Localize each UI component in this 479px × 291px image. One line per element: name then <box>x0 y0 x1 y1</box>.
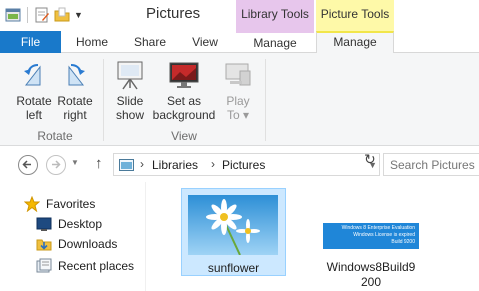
file-name-line-2: 200 <box>360 275 382 289</box>
desktop-icon <box>36 216 52 232</box>
play-to-icon <box>222 59 254 91</box>
rotate-left-icon <box>18 59 50 91</box>
library-tools-header: Library Tools <box>236 0 314 31</box>
group-label-view: View <box>171 129 197 143</box>
set-background-icon <box>168 59 200 91</box>
file-name: sunflower <box>207 261 260 275</box>
thumbnail-text-1: Windows 8 Enterprise Evaluation <box>341 225 415 231</box>
play-to-label-2: To ▾ <box>226 108 250 122</box>
breadcrumb-chevron-icon[interactable]: › <box>211 157 215 171</box>
set-background-label-1: Set as <box>166 94 202 108</box>
tab-library-manage[interactable]: Manage <box>236 31 314 53</box>
nav-item-desktop[interactable]: Desktop <box>36 214 102 234</box>
tab-picture-manage[interactable]: Manage <box>316 31 394 54</box>
thumbnail-text-2: Windows License is expired <box>353 232 415 238</box>
qat-separator <box>27 7 28 23</box>
picture-tools-header: Picture Tools <box>316 0 394 31</box>
title-bar: ▼ Pictures Library Tools Picture Tools <box>0 0 479 31</box>
group-separator <box>103 59 104 141</box>
nav-item-downloads[interactable]: Downloads <box>36 234 117 254</box>
set-as-background-button[interactable]: Set as background <box>150 59 218 122</box>
group-separator-2 <box>265 59 266 141</box>
nav-label-desktop: Desktop <box>58 217 103 231</box>
tab-share[interactable]: Share <box>125 31 175 53</box>
breadcrumb-chevron-icon[interactable]: › <box>140 157 144 171</box>
tab-view[interactable]: View <box>183 31 227 53</box>
nav-label-downloads: Downloads <box>58 237 118 251</box>
customize-qat-dropdown-icon[interactable]: ▼ <box>74 10 83 20</box>
file-name: Windows8Build9 200 <box>318 260 424 290</box>
nav-pane-scrollbar[interactable] <box>145 182 151 291</box>
navigation-pane: Favorites Desktop Downloads Recent place… <box>0 182 151 291</box>
properties-icon[interactable] <box>34 7 50 23</box>
file-item[interactable]: sunflower <box>181 188 286 276</box>
thumbnail-text-3: Build 9200 <box>391 239 415 245</box>
file-item[interactable]: Windows 8 Enterprise Evaluation Windows … <box>318 188 424 290</box>
star-icon <box>23 195 41 213</box>
quick-access-toolbar: ▼ <box>5 7 83 23</box>
file-name-line-1: Windows8Build9 <box>326 260 416 274</box>
rotate-left-label-1: Rotate <box>16 94 52 108</box>
ribbon: Rotate left Rotate right Rotate Slide sh… <box>0 53 479 146</box>
breadcrumb-pictures[interactable]: Pictures <box>222 158 265 172</box>
tab-file[interactable]: File <box>0 31 61 53</box>
play-to-button[interactable]: Play To ▾ <box>220 59 256 122</box>
group-label-rotate: Rotate <box>37 129 73 143</box>
nav-item-recent-places[interactable]: Recent places <box>36 256 134 276</box>
rotate-right-button[interactable]: Rotate right <box>56 59 94 122</box>
breadcrumb-libraries[interactable]: Libraries <box>152 158 198 172</box>
image-thumbnail: Windows 8 Enterprise Evaluation Windows … <box>323 223 419 249</box>
recent-places-icon <box>36 258 52 274</box>
slide-show-label-1: Slide <box>116 94 144 108</box>
new-folder-icon[interactable] <box>54 7 70 23</box>
refresh-icon[interactable]: ↻ <box>364 151 376 168</box>
rotate-left-label-2: left <box>25 108 42 122</box>
slide-show-button[interactable]: Slide show <box>110 59 150 122</box>
image-thumbnail <box>188 195 278 256</box>
play-to-label-1: Play <box>226 94 250 108</box>
slide-show-icon <box>114 59 146 91</box>
libraries-icon <box>119 158 134 171</box>
ribbon-tab-row: File Home Share View Manage Manage <box>0 31 479 54</box>
explorer-window-icon[interactable] <box>5 7 21 23</box>
rotate-right-label-2: right <box>63 108 87 122</box>
nav-label-recent-places: Recent places <box>58 259 135 273</box>
recent-locations-dropdown-icon[interactable]: ▼ <box>71 158 79 167</box>
address-bar[interactable]: › Libraries › Pictures ▼ <box>113 153 380 176</box>
back-button[interactable] <box>18 155 38 175</box>
downloads-icon <box>36 236 52 252</box>
nav-item-favorites[interactable]: Favorites <box>23 194 96 214</box>
rotate-right-label-1: Rotate <box>57 94 93 108</box>
rotate-right-icon <box>59 59 91 91</box>
set-background-label-2: background <box>152 108 216 122</box>
slide-show-label-2: show <box>115 108 144 122</box>
forward-button[interactable] <box>46 155 66 175</box>
up-arrow-icon[interactable]: ↑ <box>95 155 103 172</box>
search-input[interactable]: Search Pictures <box>383 153 479 176</box>
window-title: Pictures <box>146 5 201 22</box>
navigation-bar: ▼ ↑ › Libraries › Pictures ▼ ↻ Search Pi… <box>0 146 479 182</box>
tab-home[interactable]: Home <box>66 31 118 53</box>
rotate-left-button[interactable]: Rotate left <box>12 59 56 122</box>
nav-label-favorites: Favorites <box>46 197 96 211</box>
